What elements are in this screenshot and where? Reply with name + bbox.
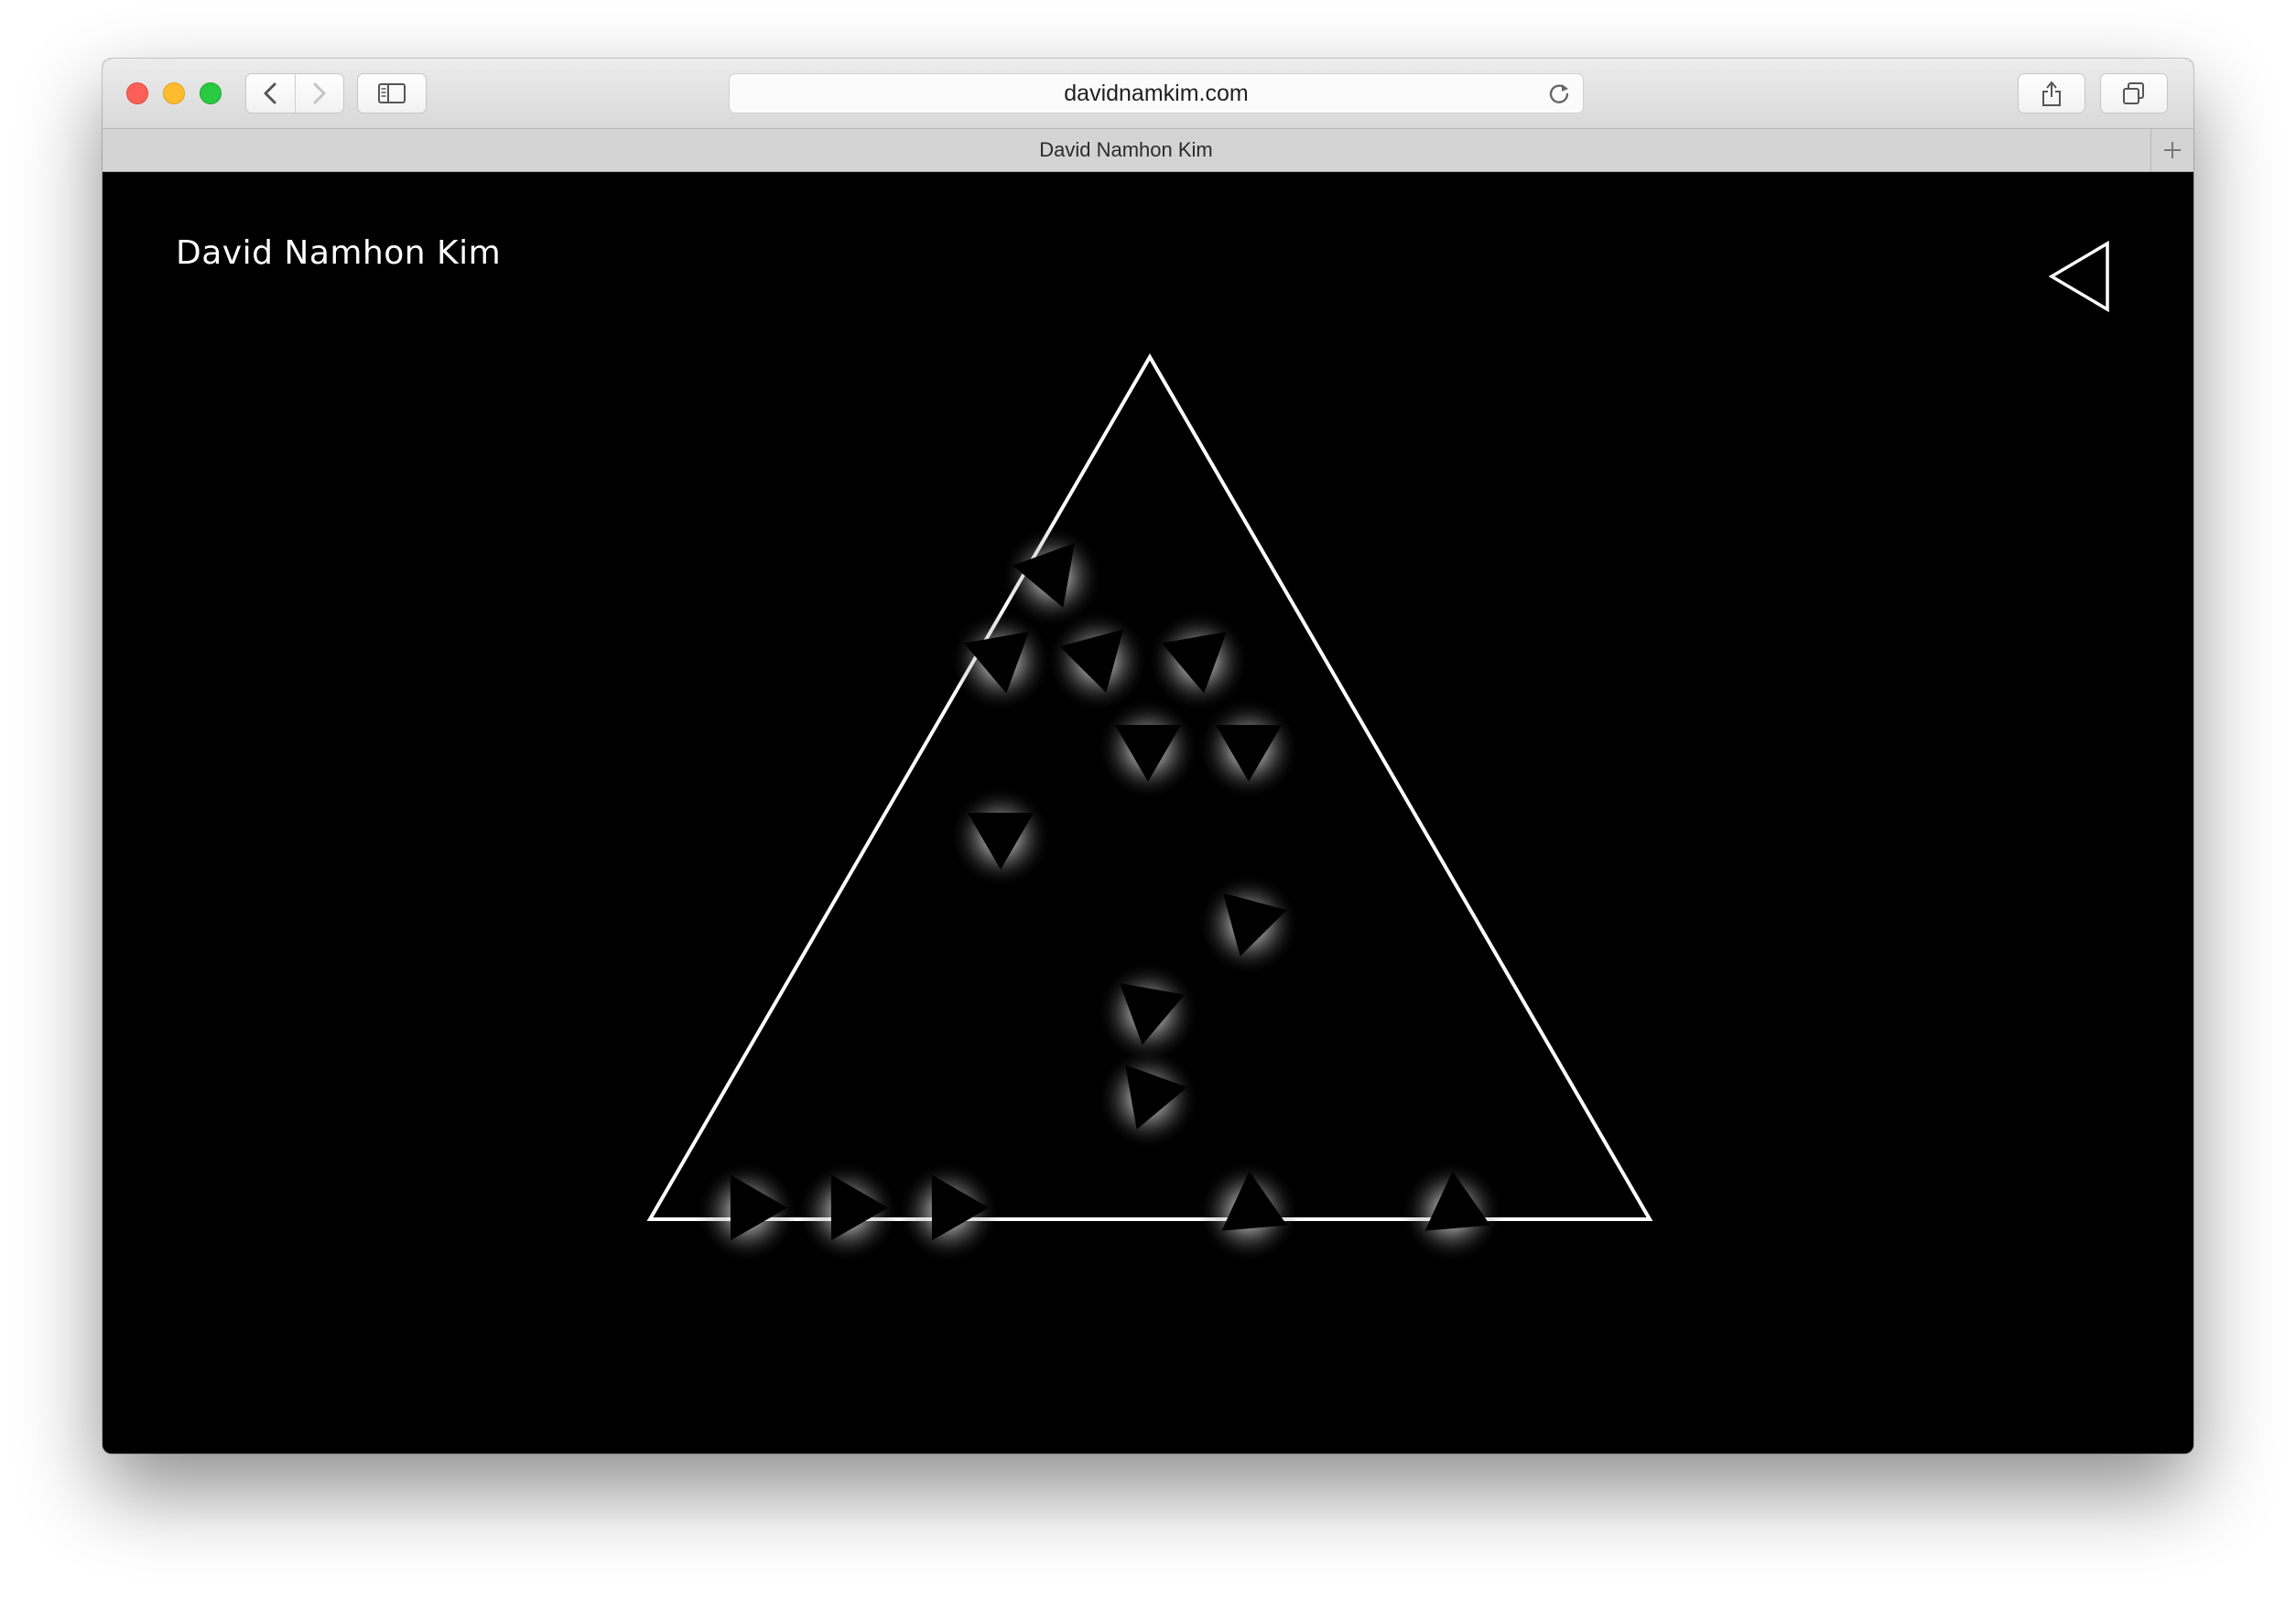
sidebar-button[interactable] bbox=[357, 73, 427, 114]
nav-buttons bbox=[245, 73, 344, 114]
tabs-overview-button[interactable] bbox=[2100, 73, 2168, 114]
chevron-right-icon bbox=[313, 82, 326, 104]
close-window-button[interactable] bbox=[126, 82, 148, 104]
triangle-left-outline-icon[interactable] bbox=[2047, 240, 2113, 313]
url-text: davidnamkim.com bbox=[1064, 80, 1249, 106]
sidebar-icon bbox=[378, 83, 406, 103]
share-button[interactable] bbox=[2018, 73, 2085, 114]
plus-icon bbox=[2164, 142, 2181, 158]
glowing-triangles bbox=[696, 525, 1503, 1263]
site-title[interactable]: David Namhon Kim bbox=[176, 234, 501, 272]
reload-icon[interactable] bbox=[1546, 81, 1572, 107]
browser-window: davidnamkim.com David Namhon Kim David N… bbox=[103, 59, 2193, 1454]
share-icon bbox=[2042, 81, 2061, 106]
address-bar[interactable]: davidnamkim.com bbox=[729, 73, 1584, 114]
minimize-window-button[interactable] bbox=[163, 82, 185, 104]
tabs-overview-icon bbox=[2123, 82, 2144, 104]
forward-button[interactable] bbox=[296, 74, 344, 113]
browser-toolbar: davidnamkim.com bbox=[103, 59, 2193, 129]
chevron-left-icon bbox=[264, 82, 276, 104]
back-button[interactable] bbox=[246, 74, 296, 113]
maximize-window-button[interactable] bbox=[200, 82, 222, 104]
page-content: David Namhon Kim bbox=[103, 172, 2193, 1454]
tab-active[interactable]: David Namhon Kim bbox=[103, 129, 2150, 171]
new-tab-button[interactable] bbox=[2150, 129, 2193, 171]
tab-bar: David Namhon Kim bbox=[103, 129, 2193, 172]
triangle-artwork bbox=[646, 353, 1653, 1263]
